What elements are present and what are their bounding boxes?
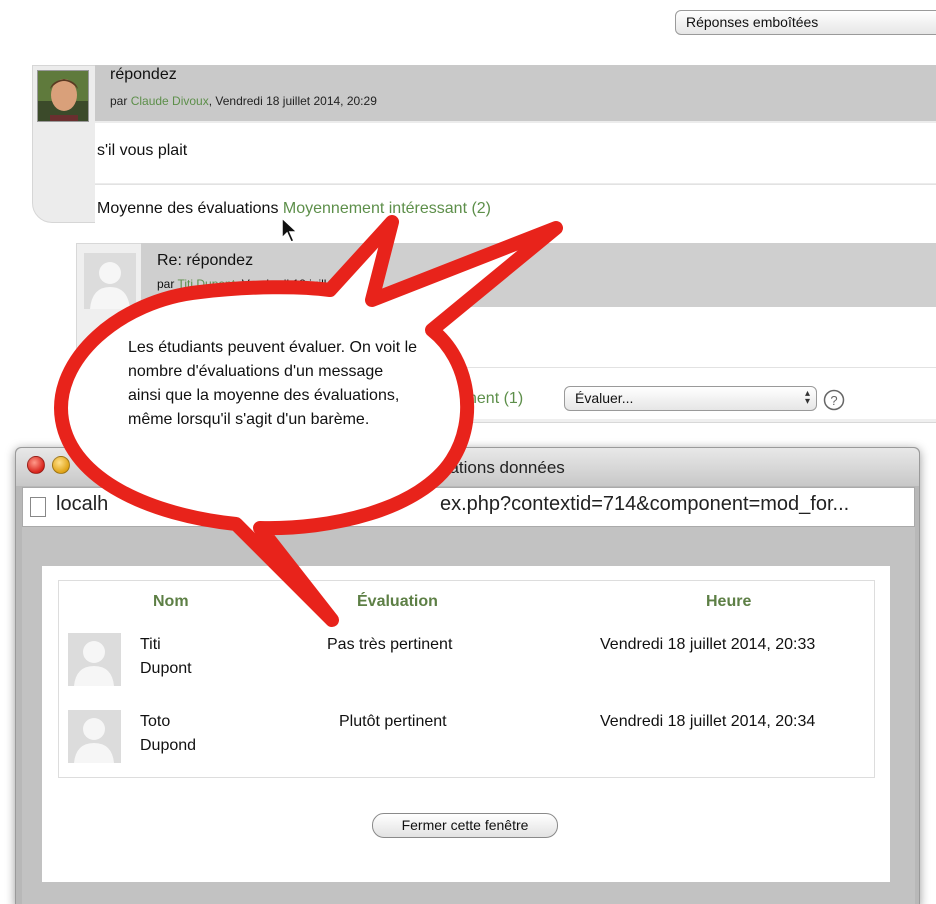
rating-value-link[interactable]: Moyennement intéressant (2) — [283, 200, 491, 217]
url-text-start: localh — [56, 493, 109, 515]
post-1-content — [95, 123, 936, 183]
post-date: , Vendredi 18 juillet 2014, 20:29 — [208, 94, 377, 108]
table-cell-rating: Pas très pertinent — [327, 636, 453, 653]
table-cell-time: Vendredi 18 juillet 2014, 20:33 — [600, 636, 816, 653]
page-icon — [30, 497, 46, 517]
last-name: Dupond — [140, 737, 197, 754]
rating-label: Moyenne des évaluations — [97, 200, 279, 217]
post-2-byline: par Titi Dupont, Vendredi 18 juillet 201… — [157, 277, 367, 291]
column-header-time[interactable]: Heure — [706, 593, 751, 611]
rate-select[interactable]: Évaluer... ▴ ▾ — [564, 386, 817, 411]
svg-text:?: ? — [830, 393, 837, 408]
display-mode-value: Réponses emboîtées — [686, 14, 819, 30]
callout-text: Les étudiants peuvent évaluer. On voit l… — [128, 339, 418, 428]
first-name: Titi — [140, 636, 161, 653]
table-cell-time: Vendredi 18 juillet 2014, 20:34 — [600, 713, 816, 730]
url-text-end: ex.php?contextid=714&component=mod_for..… — [440, 493, 850, 515]
byline-prefix: par — [110, 94, 128, 108]
window-close-icon[interactable] — [27, 456, 45, 474]
post-date: , Vendredi 18 juillet 2014 — [235, 277, 367, 291]
help-icon[interactable]: ? — [823, 389, 845, 411]
display-mode-select[interactable]: Réponses emboîtées — [675, 10, 936, 35]
avatar[interactable] — [37, 70, 89, 122]
mouse-cursor-icon — [281, 216, 299, 243]
popup-title: uations données — [440, 458, 565, 477]
select-arrows-icon: ▴ ▾ — [804, 388, 810, 407]
byline-prefix: par — [157, 277, 175, 291]
table-cell-name[interactable]: Toto Dupond — [140, 710, 210, 758]
rate-select-value: Évaluer... — [575, 390, 634, 406]
post-1-subject: répondez — [110, 66, 177, 83]
author-link[interactable]: Claude Divoux — [131, 94, 209, 108]
post-2-header — [141, 243, 936, 307]
window-minimize-icon[interactable] — [52, 456, 70, 474]
avatar[interactable] — [68, 710, 121, 763]
table-cell-name[interactable]: Titi Dupont — [140, 633, 210, 681]
last-name: Dupont — [140, 660, 192, 677]
close-window-button[interactable]: Fermer cette fenêtre — [372, 813, 558, 838]
post-1-message: s'il vous plait — [97, 142, 188, 159]
avatar[interactable] — [84, 253, 136, 309]
column-header-name[interactable]: Nom — [153, 593, 189, 611]
avatar[interactable] — [68, 633, 121, 686]
post-1-header — [95, 65, 936, 121]
column-header-rating[interactable]: Évaluation — [357, 593, 438, 611]
post-1-byline: par Claude Divoux, Vendredi 18 juillet 2… — [110, 94, 377, 108]
post-2-rating-value[interactable]: tinent (1) — [460, 390, 523, 408]
author-link[interactable]: Titi Dupont — [177, 277, 235, 291]
post-2-subject: Re: répondez — [157, 252, 254, 269]
first-name: Toto — [140, 713, 171, 730]
table-cell-rating: Plutôt pertinent — [339, 713, 447, 730]
